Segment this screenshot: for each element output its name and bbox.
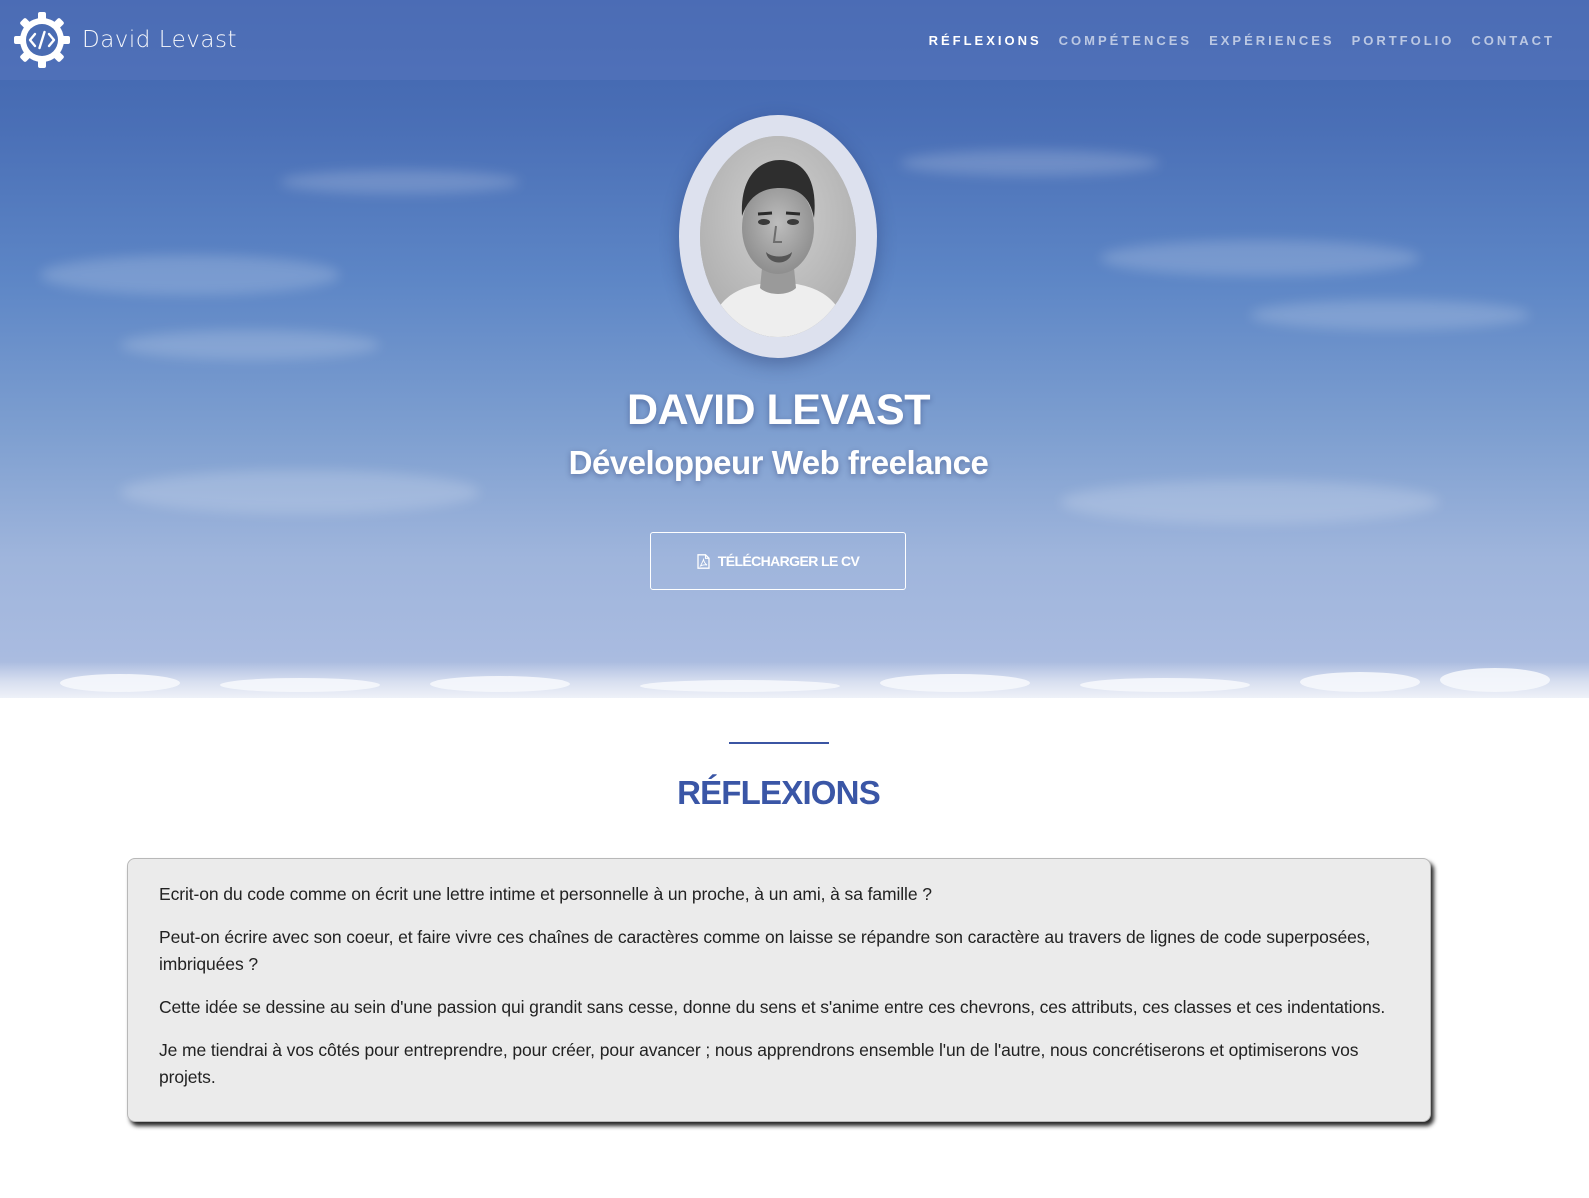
nav-link-competences[interactable]: COMPÉTENCES [1059,33,1192,48]
nav-link-reflexions[interactable]: RÉFLEXIONS [929,33,1042,48]
hero-subtitle: Développeur Web freelance [568,444,989,481]
portrait-frame [679,115,877,358]
reflexions-paragraph: Ecrit-on du code comme on écrit une lett… [159,884,932,904]
nav-menu: RÉFLEXIONS COMPÉTENCES EXPÉRIENCES PORTF… [912,33,1555,48]
brand[interactable]: David Levast [12,10,237,70]
cloud-wisp [40,255,340,295]
cloud-wisp [1060,480,1440,524]
cloud-puffs [0,662,1589,692]
download-cv-button[interactable]: TÉLÉCHARGER LE CV [650,532,906,590]
person-portrait-image [700,136,856,337]
reflexions-paragraph: Je me tiendrai à vos côtés pour entrepre… [159,1040,1359,1087]
cloud-wisp [900,150,1160,176]
brand-name: David Levast [82,27,237,53]
section-divider [729,742,829,744]
reflexions-paragraph: Cette idée se dessine au sein d'une pass… [159,997,1386,1017]
portrait-photo [700,136,856,337]
reflexions-paragraph: Peut-on écrire avec son coeur, et faire … [159,927,1371,974]
download-cv-label: TÉLÉCHARGER LE CV [717,553,860,569]
nav-link-experiences[interactable]: EXPÉRIENCES [1209,33,1334,48]
cloud-wisp [1100,240,1420,276]
reflexions-card: Ecrit-on du code comme on écrit une lett… [127,858,1431,1122]
cloud-wisp [120,330,380,360]
hero-section: David Levast RÉFLEXIONS COMPÉTENCES EXPÉ… [0,0,1589,698]
nav-link-portfolio[interactable]: PORTFOLIO [1352,33,1455,48]
section-title: RÉFLEXIONS [677,774,881,811]
gear-code-icon [14,12,70,68]
hero-name: DAVID LEVAST [627,386,930,434]
cloud-wisp [1250,300,1530,330]
top-navbar: David Levast RÉFLEXIONS COMPÉTENCES EXPÉ… [0,0,1589,80]
cloud-wisp [280,170,520,194]
nav-link-contact[interactable]: CONTACT [1471,33,1555,48]
pdf-file-icon [697,553,710,569]
